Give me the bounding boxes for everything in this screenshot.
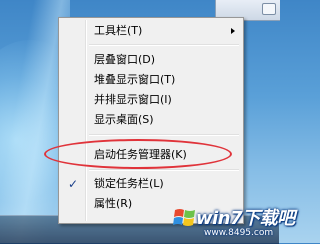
watermark-logo: win7下载吧 www.8495.com <box>170 201 295 241</box>
menu-item-label: 锁定任务栏(L) <box>94 177 164 190</box>
menu-item-label: 层叠窗口(D) <box>94 53 156 66</box>
menu-item-label: 显示桌面(S) <box>94 113 154 126</box>
submenu-arrow-icon <box>231 28 235 34</box>
menu-separator <box>89 44 239 46</box>
taskbar-context-menu: 工具栏(T) 层叠窗口(D) 堆叠显示窗口(T) 并排显示窗口(I) 显示桌面(… <box>58 17 244 224</box>
menu-item-label: 并排显示窗口(I) <box>94 93 172 106</box>
menu-item-label: 工具栏(T) <box>94 24 143 37</box>
window-buttons <box>262 3 276 15</box>
menu-item-cascade-windows[interactable]: 层叠窗口(D) <box>61 51 241 69</box>
windows-flag-icon <box>173 209 195 226</box>
menu-item-show-desktop[interactable]: 显示桌面(S) <box>61 111 241 129</box>
menu-separator <box>89 134 239 136</box>
watermark-site: www.8495.com <box>204 228 274 238</box>
menu-separator <box>89 169 239 171</box>
menu-item-toolbars[interactable]: 工具栏(T) <box>61 22 241 40</box>
menu-item-side-by-side-windows[interactable]: 并排显示窗口(I) <box>61 91 241 109</box>
menu-item-stack-windows[interactable]: 堆叠显示窗口(T) <box>61 71 241 89</box>
menu-item-lock-taskbar[interactable]: ✓ 锁定任务栏(L) <box>61 175 241 193</box>
watermark-brand: win7下载吧 <box>196 208 295 229</box>
menu-item-label: 属性(R) <box>94 197 133 210</box>
menu-item-label: 堆叠显示窗口(T) <box>94 73 176 86</box>
checkmark-icon: ✓ <box>68 177 79 191</box>
window-button[interactable] <box>262 3 276 15</box>
annotation-circle <box>44 139 232 169</box>
